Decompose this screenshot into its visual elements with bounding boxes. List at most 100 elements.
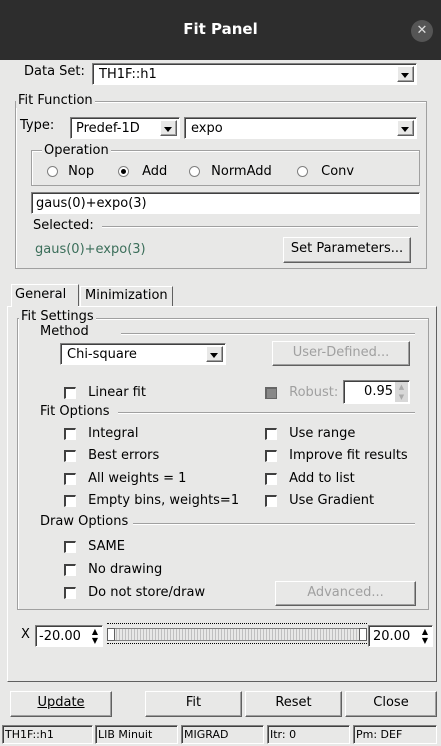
checkbox-icon [265,472,277,485]
radio-add-label: Add [142,164,168,179]
do-not-store-checkbox[interactable]: Do not store/draw [64,585,205,600]
checkbox-icon [64,586,76,599]
use-gradient-checkbox[interactable]: Use Gradient [265,493,374,508]
checkbox-icon [64,427,76,440]
range-max-spinbox[interactable]: 20.00 ▲ ▼ [368,625,433,647]
close-icon[interactable]: ✕ [411,20,433,42]
status-algorithm: MIGRAD [181,725,264,744]
draw-options-label: Draw Options [40,514,129,529]
radio-nop[interactable]: Nop [47,164,94,179]
close-button-label: Close [373,695,409,710]
tab-general[interactable]: General [11,284,79,306]
advanced-button[interactable]: Advanced... [275,581,416,606]
method-dropdown[interactable]: Chi-square [60,343,226,365]
checkbox-icon [265,449,277,462]
radio-add[interactable]: Add [118,164,167,179]
method-divider [121,333,415,335]
no-drawing-label: No drawing [88,562,163,577]
window-title: Fit Panel [183,20,258,38]
range-slider-right-handle[interactable] [359,628,367,641]
use-gradient-label: Use Gradient [289,493,375,508]
fit-button[interactable]: Fit [145,691,242,717]
status-dataset: TH1F::h1 [2,725,93,744]
checkbox-icon [64,563,76,576]
range-min-spinbox[interactable]: -20.00 ▲ ▼ [35,625,103,647]
tab-minimization[interactable]: Minimization [80,286,173,306]
radio-normadd[interactable]: NormAdd [189,164,272,179]
chevron-down-icon [206,346,223,362]
status-library: LIB Minuit [95,725,178,744]
reset-button[interactable]: Reset [245,691,342,717]
range-slider[interactable] [107,623,367,647]
formula-input[interactable]: gaus(0)+expo(3) [31,192,420,214]
range-slider-track [107,628,367,641]
linear-fit-checkbox[interactable]: Linear fit [64,385,146,400]
fit-options-divider [118,412,415,414]
data-set-dropdown[interactable]: TH1F::h1 [92,63,417,85]
robust-value: 0.95 [364,384,393,399]
robust-checkbox[interactable]: Robust: [265,385,338,400]
fit-function-label: Fit Function [16,93,95,108]
checkbox-icon [265,494,277,507]
radio-conv[interactable]: Conv [297,164,354,179]
status-print-mode: Pm: DEF [353,725,437,744]
use-range-checkbox[interactable]: Use range [265,426,355,441]
best-errors-label: Best errors [88,448,160,463]
fit-options-label: Fit Options [40,404,110,419]
method-value: Chi-square [67,347,137,362]
robust-label: Robust: [289,385,339,400]
same-checkbox[interactable]: SAME [64,539,125,554]
radio-nop-label: Nop [68,164,95,179]
no-drawing-checkbox[interactable]: No drawing [64,562,162,577]
use-range-label: Use range [289,426,356,441]
robust-value-spinbox[interactable]: 0.95 ▲ ▼ [343,380,410,404]
best-errors-checkbox[interactable]: Best errors [64,448,159,463]
operation-label: Operation [42,143,111,158]
empty-bins-checkbox[interactable]: Empty bins, weights=1 [64,493,239,508]
improve-fit-checkbox[interactable]: Improve fit results [265,448,408,463]
range-max-value: 20.00 [373,629,411,644]
draw-options-divider [133,523,415,525]
checkbox-icon [265,427,277,440]
selected-value: gaus(0)+expo(3) [35,242,146,257]
radio-conv-label: Conv [321,164,355,179]
spinner-arrows-icon: ▲ ▼ [421,627,429,645]
user-defined-button[interactable]: User-Defined... [272,341,410,366]
close-button[interactable]: Close [345,691,437,717]
all-weights-checkbox[interactable]: All weights = 1 [64,471,186,486]
checkbox-icon [64,472,76,485]
range-min-value: -20.00 [39,629,81,644]
fit-settings-label: Fit Settings [19,309,96,324]
range-slider-left-handle[interactable] [107,628,115,641]
selected-label: Selected: [33,218,94,233]
radio-button-checked-icon [118,166,129,177]
fit-button-label: Fit [185,695,202,710]
same-label: SAME [88,539,125,554]
reset-button-label: Reset [275,695,312,710]
checkbox-icon [64,449,76,462]
set-parameters-button[interactable]: Set Parameters... [283,237,411,263]
type-value: Predef-1D [76,121,140,136]
update-button[interactable]: Update [10,691,112,717]
add-to-list-label: Add to list [289,471,355,486]
selected-divider [102,226,418,228]
all-weights-label: All weights = 1 [88,471,187,486]
type-dropdown[interactable]: Predef-1D [70,117,180,139]
add-to-list-checkbox[interactable]: Add to list [265,471,355,486]
radio-button-icon [47,166,58,177]
chevron-down-icon [397,120,414,136]
function-dropdown[interactable]: expo [184,117,417,139]
improve-fit-label: Improve fit results [289,448,408,463]
range-axis-label: X [21,627,30,642]
status-iterations: Itr: 0 [267,725,350,744]
chevron-down-icon [397,66,414,82]
integral-label: Integral [88,426,139,441]
empty-bins-label: Empty bins, weights=1 [88,493,240,508]
checkbox-icon [64,540,76,553]
linear-fit-label: Linear fit [88,385,146,400]
function-value: expo [191,121,223,136]
checkbox-icon [64,386,76,399]
radio-normadd-label: NormAdd [211,164,272,179]
spinner-arrows-icon: ▲ ▼ [91,627,99,645]
integral-checkbox[interactable]: Integral [64,426,138,441]
